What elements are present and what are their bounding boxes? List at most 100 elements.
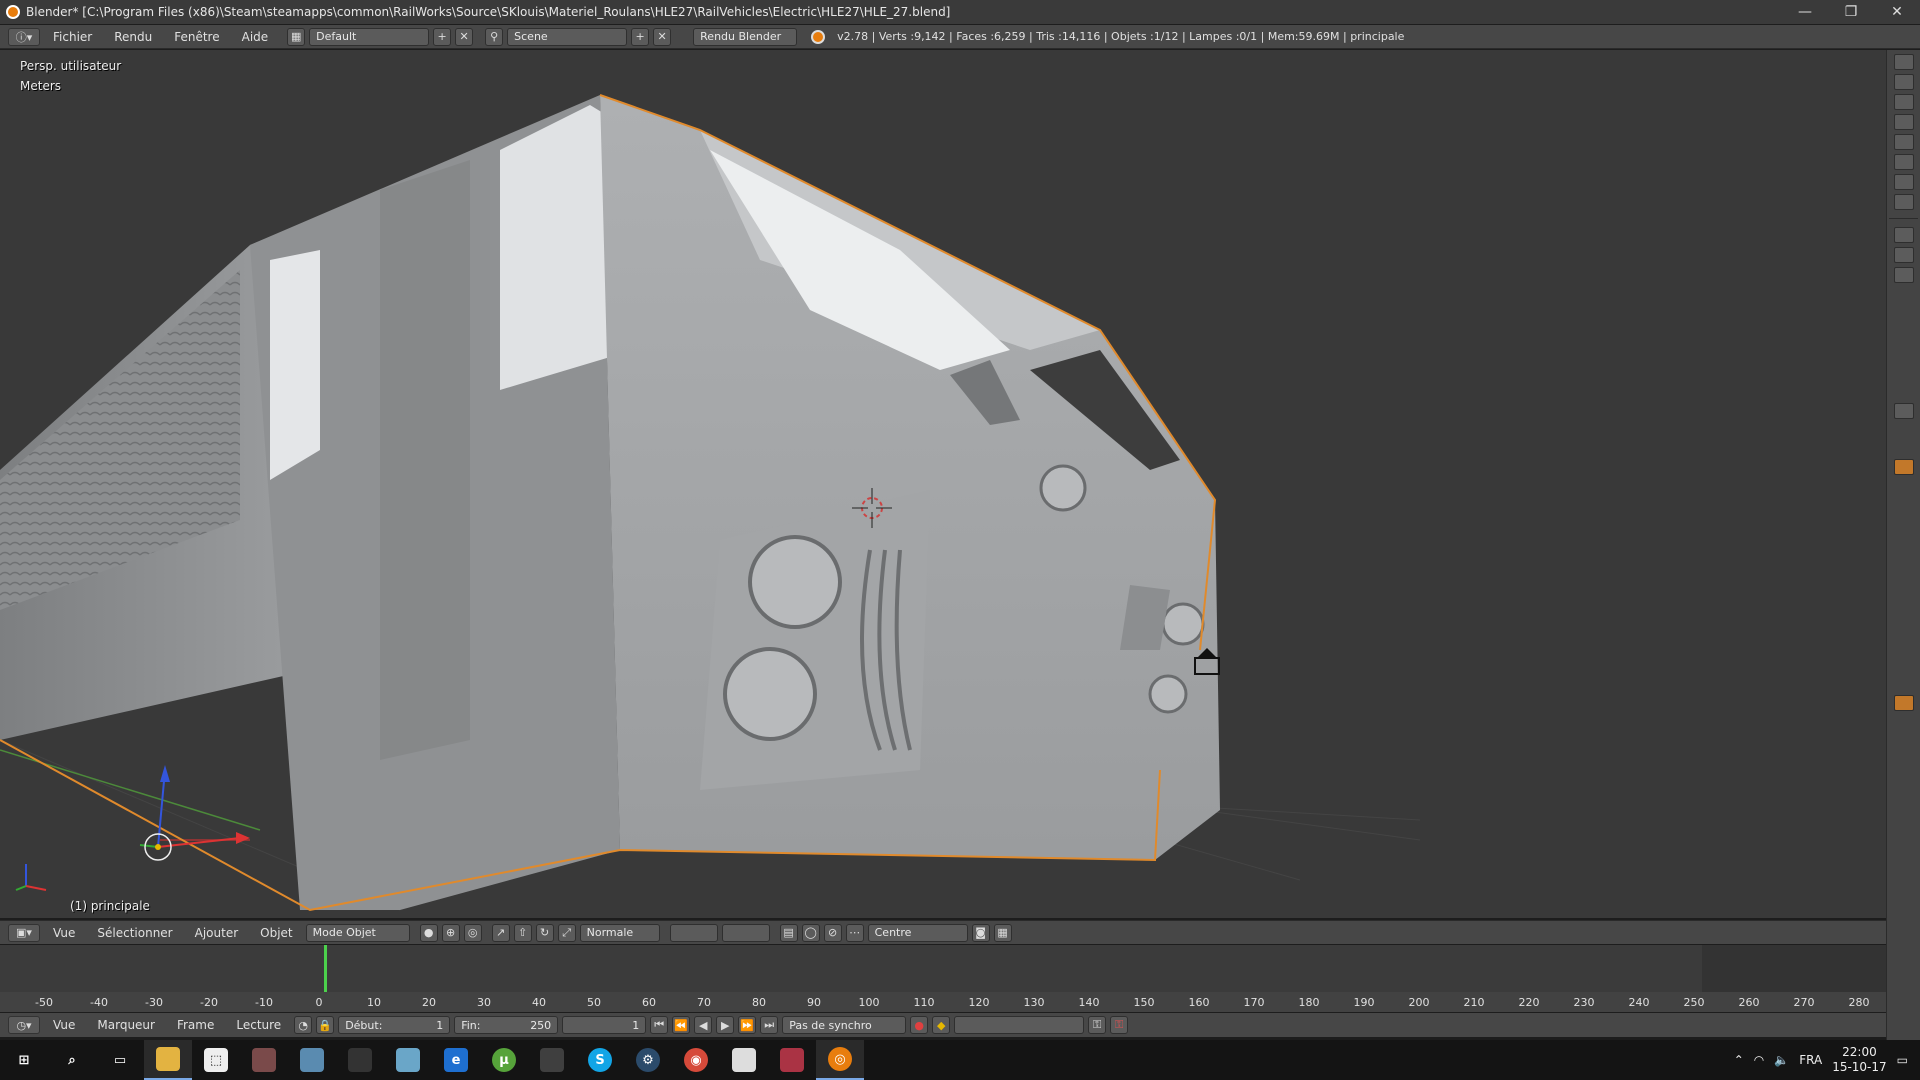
object-data-icon[interactable]: [1893, 459, 1914, 475]
taskbar-app-7[interactable]: [768, 1040, 816, 1080]
mode-select[interactable]: Mode Objet: [305, 923, 410, 942]
snap-toggle-icon[interactable]: ⊘: [823, 923, 842, 942]
current-frame-field[interactable]: 1: [562, 1016, 647, 1034]
rotate-manipulator-icon[interactable]: ↻: [535, 923, 554, 942]
taskbar-blender[interactable]: ◎: [816, 1040, 864, 1080]
outliner-icon[interactable]: [1893, 54, 1914, 70]
taskbar-edge[interactable]: e: [432, 1040, 480, 1080]
menu-fichier[interactable]: Fichier: [44, 30, 101, 44]
input-language[interactable]: FRA: [1799, 1053, 1822, 1067]
editor-type-info-icon[interactable]: ⓘ▾: [8, 27, 40, 46]
render-engine-select[interactable]: Rendu Blender: [693, 27, 798, 46]
taskbar-skype[interactable]: S: [576, 1040, 624, 1080]
menu-frame[interactable]: Frame: [168, 1018, 223, 1032]
pin-icon[interactable]: [1893, 247, 1914, 263]
taskbar-explorer[interactable]: [144, 1040, 192, 1080]
taskbar-app-4[interactable]: [384, 1040, 432, 1080]
minimize-button[interactable]: —: [1782, 0, 1828, 24]
play-icon[interactable]: ▶: [716, 1016, 735, 1034]
scroll-arrows-icon[interactable]: [1893, 267, 1914, 283]
data-props-icon[interactable]: [1893, 194, 1914, 210]
transform-orientation-select[interactable]: Normale: [579, 923, 660, 942]
start-button[interactable]: ⊞: [0, 1040, 48, 1080]
texture-icon[interactable]: [1893, 695, 1914, 711]
shading-solid-icon[interactable]: ●: [419, 923, 438, 942]
editor-type-timeline-icon[interactable]: ◷▾: [8, 1016, 40, 1034]
layout-field[interactable]: Default: [309, 27, 430, 46]
add-layout-icon[interactable]: +: [433, 27, 452, 46]
taskbar-app-1[interactable]: [240, 1040, 288, 1080]
restore-button[interactable]: ❐: [1828, 0, 1874, 24]
current-frame-indicator[interactable]: [324, 945, 327, 992]
tray-chevron-icon[interactable]: ⌃: [1734, 1053, 1744, 1067]
layers-grid-b[interactable]: [721, 923, 770, 942]
world-props-icon[interactable]: [1893, 114, 1914, 130]
jump-end-icon[interactable]: ⏭: [760, 1016, 779, 1034]
close-button[interactable]: ✕: [1874, 0, 1920, 24]
notifications-icon[interactable]: ▭: [1897, 1053, 1908, 1067]
pivot-point-icon[interactable]: ⊕: [441, 923, 460, 942]
taskbar-app-3[interactable]: [336, 1040, 384, 1080]
object-props-icon[interactable]: [1893, 134, 1914, 150]
menu-timeline-vue[interactable]: Vue: [44, 1018, 84, 1032]
render-layers-icon[interactable]: [1893, 74, 1914, 90]
taskbar-app-6[interactable]: [720, 1040, 768, 1080]
search-button[interactable]: ⌕: [48, 1040, 96, 1080]
taskbar-store[interactable]: ⬚: [192, 1040, 240, 1080]
constraints-icon[interactable]: [1893, 154, 1914, 170]
render-region-icon[interactable]: ▤: [779, 923, 798, 942]
snap-target-select[interactable]: Centre: [867, 923, 968, 942]
editor-type-3dview-icon[interactable]: ▣▾: [8, 923, 40, 942]
menu-rendu[interactable]: Rendu: [105, 30, 161, 44]
screen-layout-icon[interactable]: ▦: [287, 27, 306, 46]
layer-toggle-icon[interactable]: ◎: [463, 923, 482, 942]
material-icon[interactable]: [1893, 403, 1914, 419]
scene-icon[interactable]: ⚲: [485, 27, 504, 46]
jump-keyframe-forward-icon[interactable]: ⏩: [738, 1016, 757, 1034]
end-frame-field[interactable]: Fin: 250: [454, 1016, 559, 1034]
menu-ajouter[interactable]: Ajouter: [186, 926, 248, 940]
record-icon[interactable]: ●: [910, 1016, 929, 1034]
jump-start-icon[interactable]: ⏮: [650, 1016, 669, 1034]
layers-grid-a[interactable]: [669, 923, 718, 942]
menu-aide[interactable]: Aide: [233, 30, 278, 44]
menu-lecture[interactable]: Lecture: [227, 1018, 290, 1032]
remove-scene-icon[interactable]: ✕: [653, 27, 672, 46]
opengl-anim-icon[interactable]: ▦: [993, 923, 1012, 942]
menu-objet[interactable]: Objet: [251, 926, 301, 940]
preview-range-icon[interactable]: ◔: [294, 1016, 313, 1034]
taskbar-chrome[interactable]: ◉: [672, 1040, 720, 1080]
scale-manipulator-icon[interactable]: ⤢: [557, 923, 576, 942]
manipulator-toggle-icon[interactable]: ↗: [491, 923, 510, 942]
menu-marqueur[interactable]: Marqueur: [88, 1018, 164, 1032]
menu-selectionner[interactable]: Sélectionner: [88, 926, 181, 940]
scene-field[interactable]: Scene: [507, 27, 628, 46]
delete-keyframe-icon[interactable]: ⚿: [1110, 1016, 1129, 1034]
keying-set-icon[interactable]: ◆: [932, 1016, 951, 1034]
taskbar-utorrent[interactable]: µ: [480, 1040, 528, 1080]
properties-editor-icon[interactable]: [1893, 227, 1914, 243]
sync-mode-select[interactable]: Pas de synchro: [782, 1016, 907, 1034]
play-reverse-icon[interactable]: ◀: [694, 1016, 713, 1034]
remove-layout-icon[interactable]: ✕: [455, 27, 474, 46]
keying-set-field[interactable]: [954, 1016, 1085, 1034]
menu-fenetre[interactable]: Fenêtre: [165, 30, 228, 44]
lock-range-icon[interactable]: 🔒: [316, 1016, 335, 1034]
proportional-edit-icon[interactable]: ◯: [801, 923, 820, 942]
timeline-ruler[interactable]: -50 -40 -30 -20 -10 0 10 20 30 40 50 60 70 80 90 100 110…: [0, 992, 1886, 1012]
translate-manipulator-icon[interactable]: ⇧: [513, 923, 532, 942]
opengl-render-icon[interactable]: ◙: [971, 923, 990, 942]
modifiers-icon[interactable]: [1893, 174, 1914, 190]
taskbar-steam[interactable]: ⚙: [624, 1040, 672, 1080]
3d-viewport[interactable]: Persp. utilisateur Meters (1) principale: [0, 50, 1886, 918]
menu-vue[interactable]: Vue: [44, 926, 84, 940]
taskbar-app-5[interactable]: [528, 1040, 576, 1080]
clock[interactable]: 22:00 15-10-17: [1832, 1045, 1886, 1075]
task-view-button[interactable]: ▭: [96, 1040, 144, 1080]
scene-props-icon[interactable]: [1893, 94, 1914, 110]
insert-keyframe-icon[interactable]: ⚿: [1088, 1016, 1107, 1034]
start-frame-field[interactable]: Début: 1: [338, 1016, 451, 1034]
snap-element-icon[interactable]: ⋯: [845, 923, 864, 942]
network-icon[interactable]: ◠: [1754, 1053, 1764, 1067]
taskbar-app-2[interactable]: [288, 1040, 336, 1080]
